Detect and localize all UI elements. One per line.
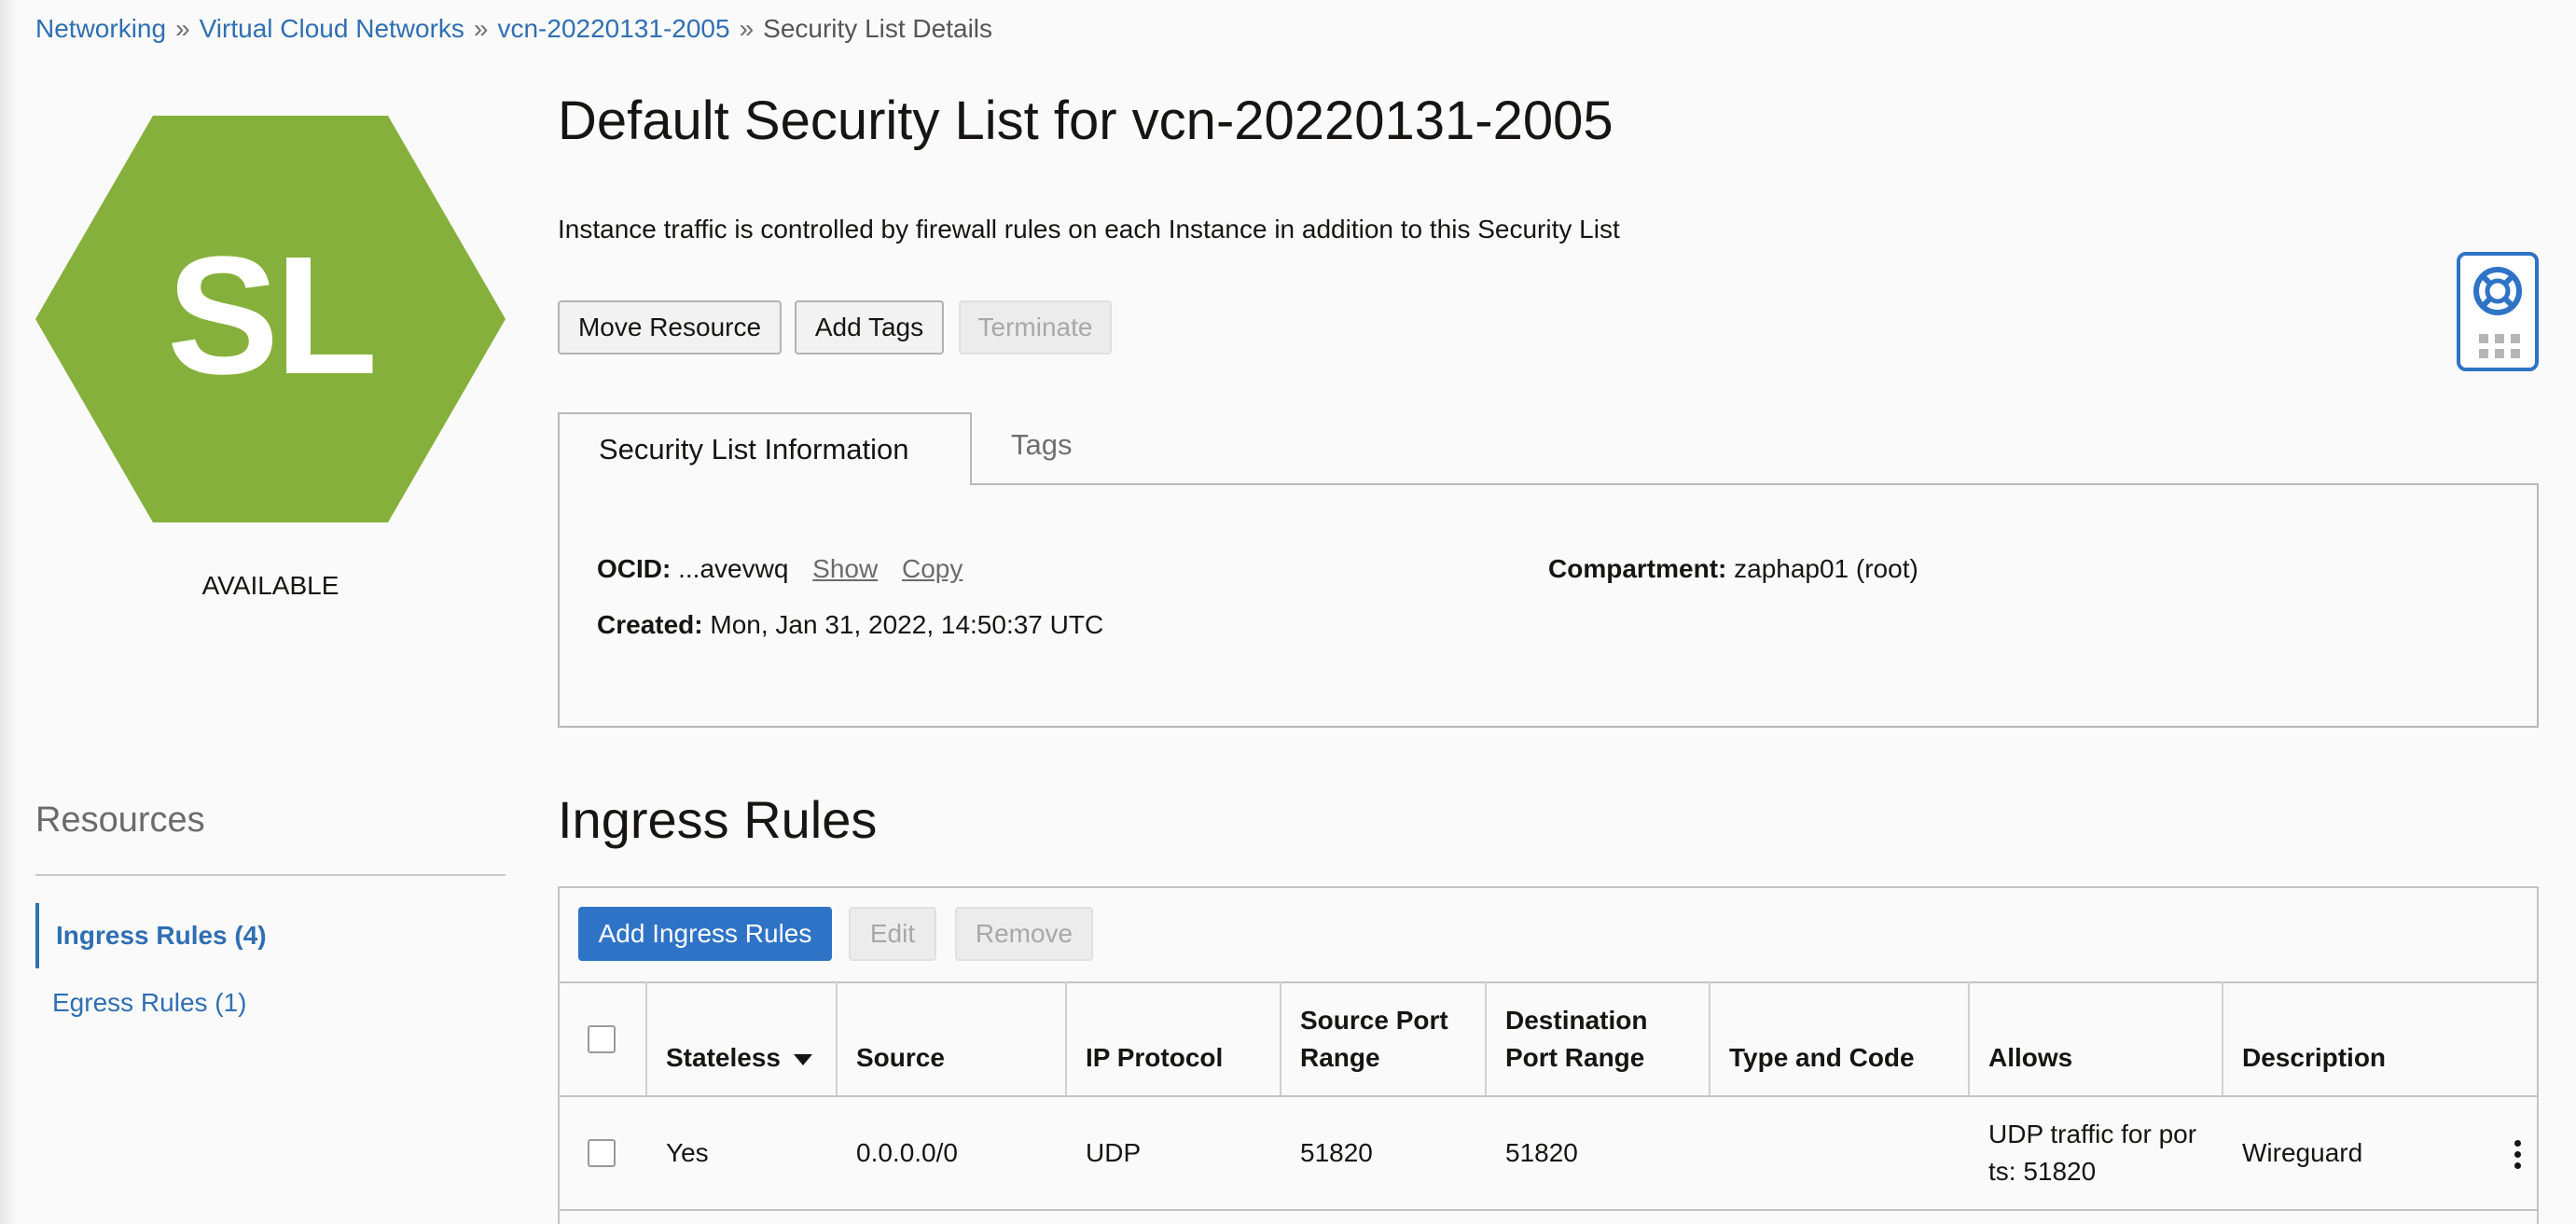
resources-heading: Resources <box>35 800 205 840</box>
column-header-source: Source <box>856 1043 945 1072</box>
compartment-row: Compartment: zaphap01 (root) <box>1548 554 1918 584</box>
table-header-top-border <box>558 981 2539 983</box>
compartment-label: Compartment: <box>1548 554 1727 583</box>
column-separator <box>836 981 838 1095</box>
column-header-destination-port-range: Destination Port Range <box>1505 1002 1647 1077</box>
tab-security-list-information[interactable]: Security List Information <box>558 412 972 485</box>
ocid-copy-link[interactable]: Copy <box>902 554 963 583</box>
cell-allows: UDP traffic for por ts: 51820 <box>1988 1116 2196 1190</box>
created-value: Mon, Jan 31, 2022, 14:50:37 UTC <box>710 610 1104 639</box>
resources-item-egress-rules[interactable]: Egress Rules (1) <box>35 970 506 1036</box>
column-separator <box>1280 981 1281 1095</box>
breadcrumb-vcn[interactable]: vcn-20220131-2005 <box>497 14 729 43</box>
grid-dots-icon <box>2479 334 2520 358</box>
cell-allows-line-2: ts: 51820 <box>1988 1157 2097 1186</box>
column-separator <box>1709 981 1710 1095</box>
resource-hexagon-icon: SL <box>35 116 506 522</box>
select-all-checkbox[interactable] <box>588 1025 616 1053</box>
column-header-source-port-range: Source Port Range <box>1300 1002 1448 1077</box>
add-ingress-rules-button[interactable]: Add Ingress Rules <box>578 907 832 961</box>
breadcrumb-separator: » <box>473 14 489 43</box>
ocid-label: OCID: <box>597 554 672 583</box>
add-tags-button[interactable]: Add Tags <box>795 300 944 355</box>
details-tabs: Security List Information Tags OCID: ...… <box>558 412 2539 730</box>
created-label: Created: <box>597 610 703 639</box>
cell-stateless: Yes <box>666 1138 709 1167</box>
ocid-value: ...avevwq <box>678 554 789 583</box>
resources-item-ingress-rules[interactable]: Ingress Rules (4) <box>35 903 506 968</box>
breadcrumb-separator: » <box>739 14 755 43</box>
column-header-ip-protocol: IP Protocol <box>1086 1043 1224 1072</box>
terminate-button[interactable]: Terminate <box>959 300 1112 355</box>
resource-initials: SL <box>166 221 378 410</box>
column-header-stateless[interactable]: Stateless <box>666 1039 812 1077</box>
ocid-row: OCID: ...avevwq Show Copy <box>597 554 963 584</box>
column-header-label: Stateless <box>666 1043 781 1072</box>
created-row: Created: Mon, Jan 31, 2022, 14:50:37 UTC <box>597 610 1103 640</box>
table-row-border <box>558 1209 2539 1211</box>
column-header-type-and-code: Type and Code <box>1729 1043 1915 1072</box>
table-header-bottom-border <box>558 1095 2539 1097</box>
column-header-label-line-1: Source Port <box>1300 1006 1448 1035</box>
sort-desc-icon <box>793 1053 812 1065</box>
resources-divider <box>35 874 506 876</box>
cell-allows-line-1: UDP traffic for por <box>1988 1120 2197 1148</box>
breadcrumb-networking[interactable]: Networking <box>35 14 166 43</box>
row-select-checkbox[interactable] <box>588 1139 616 1167</box>
cell-source: 0.0.0.0/0 <box>856 1138 958 1167</box>
ingress-rules-heading: Ingress Rules <box>558 790 878 849</box>
column-separator <box>1485 981 1487 1095</box>
lifebuoy-icon <box>2473 267 2522 315</box>
column-header-label-line-2: Port Range <box>1505 1043 1645 1072</box>
tab-label: Security List Information <box>599 433 909 466</box>
tab-tags[interactable]: Tags <box>972 409 1111 481</box>
edit-button[interactable]: Edit <box>849 907 936 961</box>
ocid-show-link[interactable]: Show <box>812 554 878 583</box>
column-header-label-line-2: Range <box>1300 1043 1380 1072</box>
column-separator <box>1968 981 1970 1095</box>
column-header-description: Description <box>2242 1043 2387 1072</box>
breadcrumb-virtual-cloud-networks[interactable]: Virtual Cloud Networks <box>200 14 464 43</box>
left-edge-shadow <box>0 0 17 1224</box>
help-widget[interactable] <box>2457 252 2539 371</box>
kebab-menu-icon[interactable] <box>2514 1140 2522 1174</box>
remove-button[interactable]: Remove <box>955 907 1093 961</box>
breadcrumb-current: Security List Details <box>763 14 993 43</box>
breadcrumb-separator: » <box>175 14 190 43</box>
compartment-value: zaphap01 (root) <box>1734 554 1918 583</box>
page-title: Default Security List for vcn-20220131-2… <box>558 90 1613 151</box>
column-separator <box>2222 981 2223 1095</box>
column-separator <box>645 981 647 1095</box>
tab-panel-information: OCID: ...avevwq Show Copy Created: Mon, … <box>558 483 2539 728</box>
column-separator <box>1065 981 1067 1095</box>
column-header-allows: Allows <box>1988 1043 2073 1072</box>
page-description: Instance traffic is controlled by firewa… <box>558 215 1620 243</box>
breadcrumb: Networking » Virtual Cloud Networks » vcn-20… <box>35 13 992 45</box>
cell-source-port-range: 51820 <box>1300 1138 1373 1167</box>
status-badge: AVAILABLE <box>201 571 339 600</box>
column-header-label-line-1: Destination <box>1505 1006 1648 1035</box>
cell-description: Wireguard <box>2242 1138 2363 1167</box>
cell-destination-port-range: 51820 <box>1505 1138 1578 1167</box>
tab-label: Tags <box>1011 428 1073 461</box>
move-resource-button[interactable]: Move Resource <box>558 300 782 355</box>
cell-ip-protocol: UDP <box>1086 1138 1142 1167</box>
